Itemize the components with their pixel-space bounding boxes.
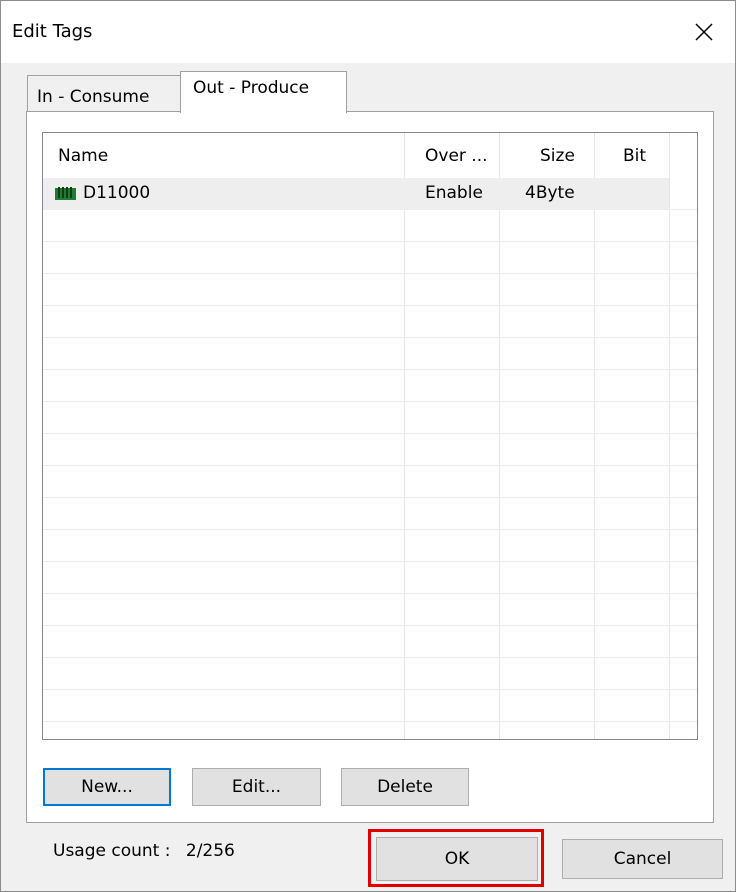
column-divider <box>499 133 500 739</box>
column-header-name[interactable]: Name <box>58 133 108 177</box>
usage-count: Usage count : 2/256 <box>53 841 235 861</box>
row-gridline <box>43 209 697 210</box>
row-gridline <box>43 241 697 242</box>
row-gridline <box>43 497 697 498</box>
ok-button[interactable]: OK <box>376 837 538 881</box>
table-row[interactable]: D11000 Enable 4Byte <box>43 178 669 209</box>
row-gridline <box>43 561 697 562</box>
tab-out-produce[interactable]: Out - Produce <box>180 71 347 113</box>
row-gridline <box>43 465 697 466</box>
cancel-button[interactable]: Cancel <box>562 839 723 879</box>
row-gridline <box>43 529 697 530</box>
row-gridline <box>43 593 697 594</box>
new-button[interactable]: New... <box>43 768 171 806</box>
usage-count-value: 2/256 <box>185 841 235 861</box>
row-gridline <box>43 401 697 402</box>
row-gridline <box>43 657 697 658</box>
row-gridline <box>43 721 697 722</box>
row-gridline <box>43 337 697 338</box>
delete-button[interactable]: Delete <box>341 768 469 806</box>
title-bar: Edit Tags <box>1 1 735 63</box>
edit-button[interactable]: Edit... <box>192 768 321 806</box>
row-gridline <box>43 625 697 626</box>
tag-list[interactable]: Name Over ... Size Bit D11000 Enable 4By… <box>42 132 698 740</box>
column-divider <box>404 133 405 739</box>
list-header: Name Over ... Size Bit <box>43 133 697 177</box>
close-icon <box>695 23 713 41</box>
close-button[interactable] <box>673 1 735 63</box>
device-tag-icon <box>55 187 76 200</box>
column-divider <box>594 133 595 739</box>
row-gridline <box>43 369 697 370</box>
row-gridline <box>43 273 697 274</box>
row-gridline <box>43 689 697 690</box>
column-header-bit[interactable]: Bit <box>623 133 646 177</box>
row-gridline <box>43 305 697 306</box>
row-gridline <box>43 433 697 434</box>
column-header-override[interactable]: Over ... <box>425 133 488 177</box>
cell-size: 4Byte <box>525 183 575 203</box>
column-divider <box>669 133 670 739</box>
tab-in-consume[interactable]: In - Consume <box>27 75 181 111</box>
dialog-title: Edit Tags <box>12 21 93 42</box>
cell-override: Enable <box>425 183 483 203</box>
usage-count-label: Usage count : <box>53 841 171 861</box>
cell-name: D11000 <box>83 183 151 203</box>
column-header-size[interactable]: Size <box>540 133 575 177</box>
edit-tags-dialog: Edit Tags In - Consume Out - Produce Nam… <box>0 0 736 892</box>
